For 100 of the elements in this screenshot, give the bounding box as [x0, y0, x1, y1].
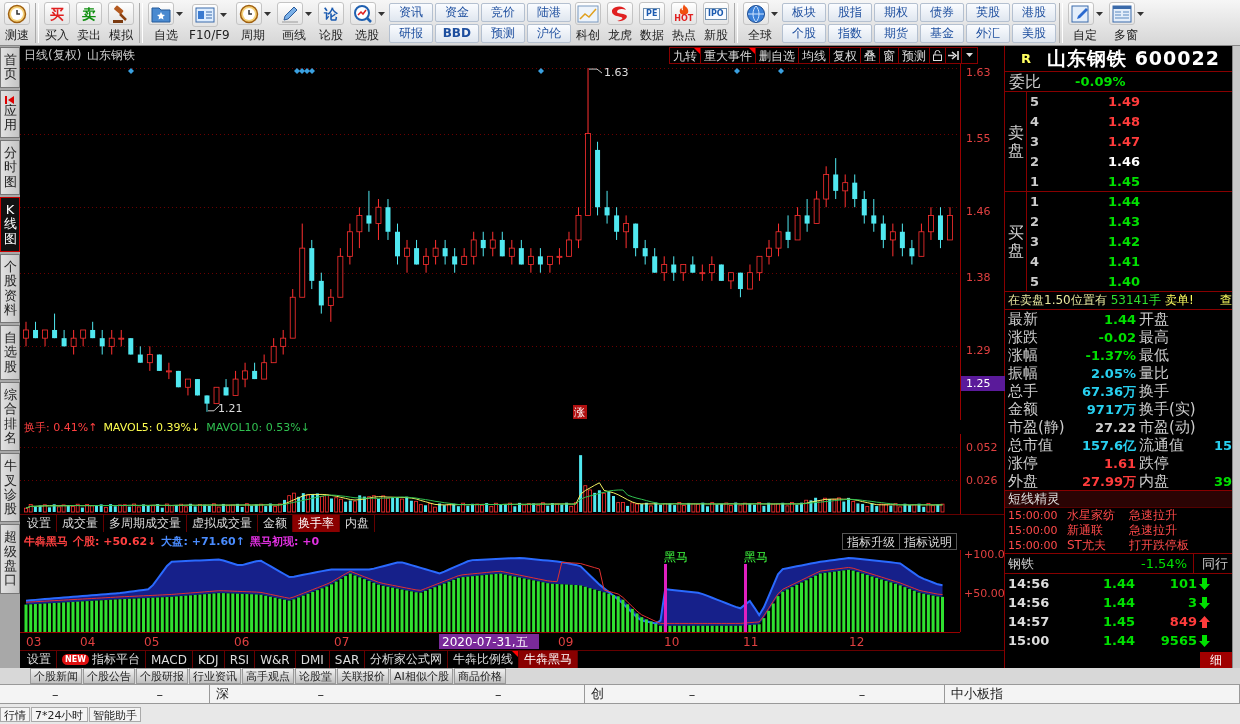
- toolbar-button[interactable]: 龙虎: [604, 1, 635, 44]
- news-tab[interactable]: 个股研报: [136, 668, 188, 684]
- quick-link-button[interactable]: 股指: [827, 2, 872, 22]
- quick-link-button[interactable]: 竞价: [480, 2, 525, 22]
- candlestick: [614, 206, 620, 241]
- side-tab[interactable]: K线图: [0, 197, 20, 252]
- toolbar-button[interactable]: 买 买入: [42, 1, 72, 44]
- chart-tool-button[interactable]: 重大事件: [700, 46, 756, 64]
- toolbar-button[interactable]: IPO 新股: [700, 1, 731, 44]
- side-tab[interactable]: 超级盘口: [0, 524, 20, 594]
- candlestick: [146, 345, 153, 372]
- news-tab[interactable]: 行业资讯: [189, 668, 241, 684]
- detail-tab[interactable]: 细: [1200, 652, 1232, 668]
- scrollbar[interactable]: [1232, 46, 1240, 668]
- quick-link-button[interactable]: BBD: [434, 23, 479, 43]
- quick-link-button[interactable]: 期货: [873, 23, 918, 43]
- toolbar-button[interactable]: 科创: [572, 1, 603, 44]
- indicator-tab[interactable]: 牛犇黑马: [519, 651, 579, 668]
- toolbar-button[interactable]: 周期: [233, 1, 273, 44]
- quick-link-button[interactable]: 指数: [827, 23, 872, 43]
- toolbar-button[interactable]: 选股: [347, 1, 387, 44]
- quick-link-button[interactable]: 个股: [781, 23, 826, 43]
- quick-link-button[interactable]: 资讯: [388, 2, 433, 22]
- quick-link-button[interactable]: 期权: [873, 2, 918, 22]
- ratio-value: -0.09%: [1075, 75, 1126, 88]
- candlestick: [423, 247, 429, 274]
- new-badge: NEW: [62, 654, 89, 665]
- toolbar-button[interactable]: 自定: [1065, 1, 1105, 44]
- index-value: –: [316, 686, 325, 702]
- quick-link-button[interactable]: 预测: [480, 23, 525, 43]
- indicator-button[interactable]: 指标说明: [899, 532, 957, 550]
- order-price: 1.45: [1106, 173, 1140, 189]
- news-tab[interactable]: 个股公告: [83, 668, 135, 684]
- toolbar-button[interactable]: PE 数据: [636, 1, 667, 44]
- news-tab[interactable]: 高手观点: [242, 668, 294, 684]
- news-tab[interactable]: 论股堂: [295, 668, 336, 684]
- toolbar-button[interactable]: 模拟: [106, 1, 136, 44]
- quick-link-button[interactable]: 板块: [781, 2, 826, 22]
- price-tick: 1.63: [966, 66, 991, 80]
- footer-tab[interactable]: 7*24小时: [31, 706, 88, 722]
- signal-marker: [664, 564, 667, 632]
- price-tick: 1.38: [966, 270, 991, 284]
- trade-price: 1.44: [1101, 633, 1135, 648]
- side-tab[interactable]: 首页: [0, 47, 20, 88]
- chart-tool-button[interactable]: 叠: [860, 46, 880, 64]
- toolbar-button[interactable]: 卖 卖出: [74, 1, 104, 44]
- quick-link-button[interactable]: 外汇: [965, 23, 1010, 43]
- stat-label: 流通值: [1139, 437, 1185, 453]
- toolbar-button[interactable]: 论 论股: [315, 1, 346, 44]
- quick-link-button[interactable]: 港股: [1011, 2, 1056, 22]
- volume-tick: 0.026: [966, 474, 998, 487]
- quick-link-button[interactable]: 英股: [965, 2, 1010, 22]
- chart-tool-button[interactable]: 复权: [829, 46, 861, 64]
- quick-link-button[interactable]: 沪伦: [526, 23, 571, 43]
- quick-link-button[interactable]: 研报: [388, 23, 433, 43]
- query-link[interactable]: 查: [1220, 292, 1232, 309]
- dropdown-button[interactable]: [961, 46, 978, 64]
- side-tab[interactable]: 个股资料: [0, 253, 20, 324]
- month-label: 12: [849, 635, 865, 649]
- indicator-button[interactable]: 指标升级: [842, 532, 900, 550]
- side-tab[interactable]: 综合排名: [0, 382, 20, 452]
- toolbar-button[interactable]: HOT 热点: [668, 1, 699, 44]
- news-tab[interactable]: 商品价格: [453, 668, 506, 684]
- chart-tool-button[interactable]: 删自选: [755, 46, 799, 64]
- footer-tab[interactable]: 智能助手: [88, 706, 141, 722]
- toolbar-button[interactable]: F10/F9: [187, 3, 232, 42]
- quick-link-button[interactable]: 债券: [919, 2, 964, 22]
- news-tab[interactable]: 个股新闻: [30, 668, 82, 684]
- stat-label: 内盘: [1139, 473, 1170, 489]
- candlestick: [775, 223, 782, 257]
- side-tab[interactable]: 牛叉诊股: [0, 453, 20, 523]
- trade-volume: 849: [1168, 614, 1197, 629]
- chart-tool-button[interactable]: 预测: [898, 46, 930, 64]
- stat-label: 最新: [1007, 311, 1039, 327]
- toolbar-button[interactable]: 画线: [274, 1, 314, 44]
- candlestick: [852, 173, 858, 208]
- news-tab[interactable]: AI相似个股: [390, 668, 453, 684]
- footer-tab[interactable]: 行情: [0, 706, 30, 722]
- quick-link-button[interactable]: 陆港: [526, 2, 571, 22]
- chart-tool-button[interactable]: 均线: [798, 46, 830, 64]
- ratio-label: 委比: [1008, 73, 1042, 90]
- edit-icon: [1070, 3, 1091, 24]
- toolbar-button[interactable]: 全球: [740, 1, 780, 44]
- side-tab[interactable]: 自选股: [0, 325, 20, 381]
- toolbar-button[interactable]: 自选: [146, 1, 185, 44]
- alerts-title: 短线精灵: [1005, 490, 1232, 508]
- quick-link-button[interactable]: 资金: [434, 2, 479, 22]
- quick-link-button[interactable]: 美股: [1011, 23, 1056, 43]
- side-tab[interactable]: 分时图: [0, 140, 20, 196]
- candlestick: [804, 198, 810, 233]
- quick-link-button[interactable]: 基金: [919, 23, 964, 43]
- chart-tool-button[interactable]: 九转: [669, 46, 701, 64]
- toolbar-button[interactable]: 多窗: [1106, 1, 1146, 44]
- volume-tab[interactable]: 换手率: [293, 515, 340, 532]
- candlestick: [280, 329, 287, 356]
- toolbar-button[interactable]: 测速: [2, 1, 32, 44]
- chart-tool-button[interactable]: 窗: [879, 46, 899, 64]
- month-label: 06: [234, 635, 250, 649]
- news-tab[interactable]: 关联报价: [337, 668, 389, 684]
- side-tab[interactable]: 应用: [0, 89, 20, 139]
